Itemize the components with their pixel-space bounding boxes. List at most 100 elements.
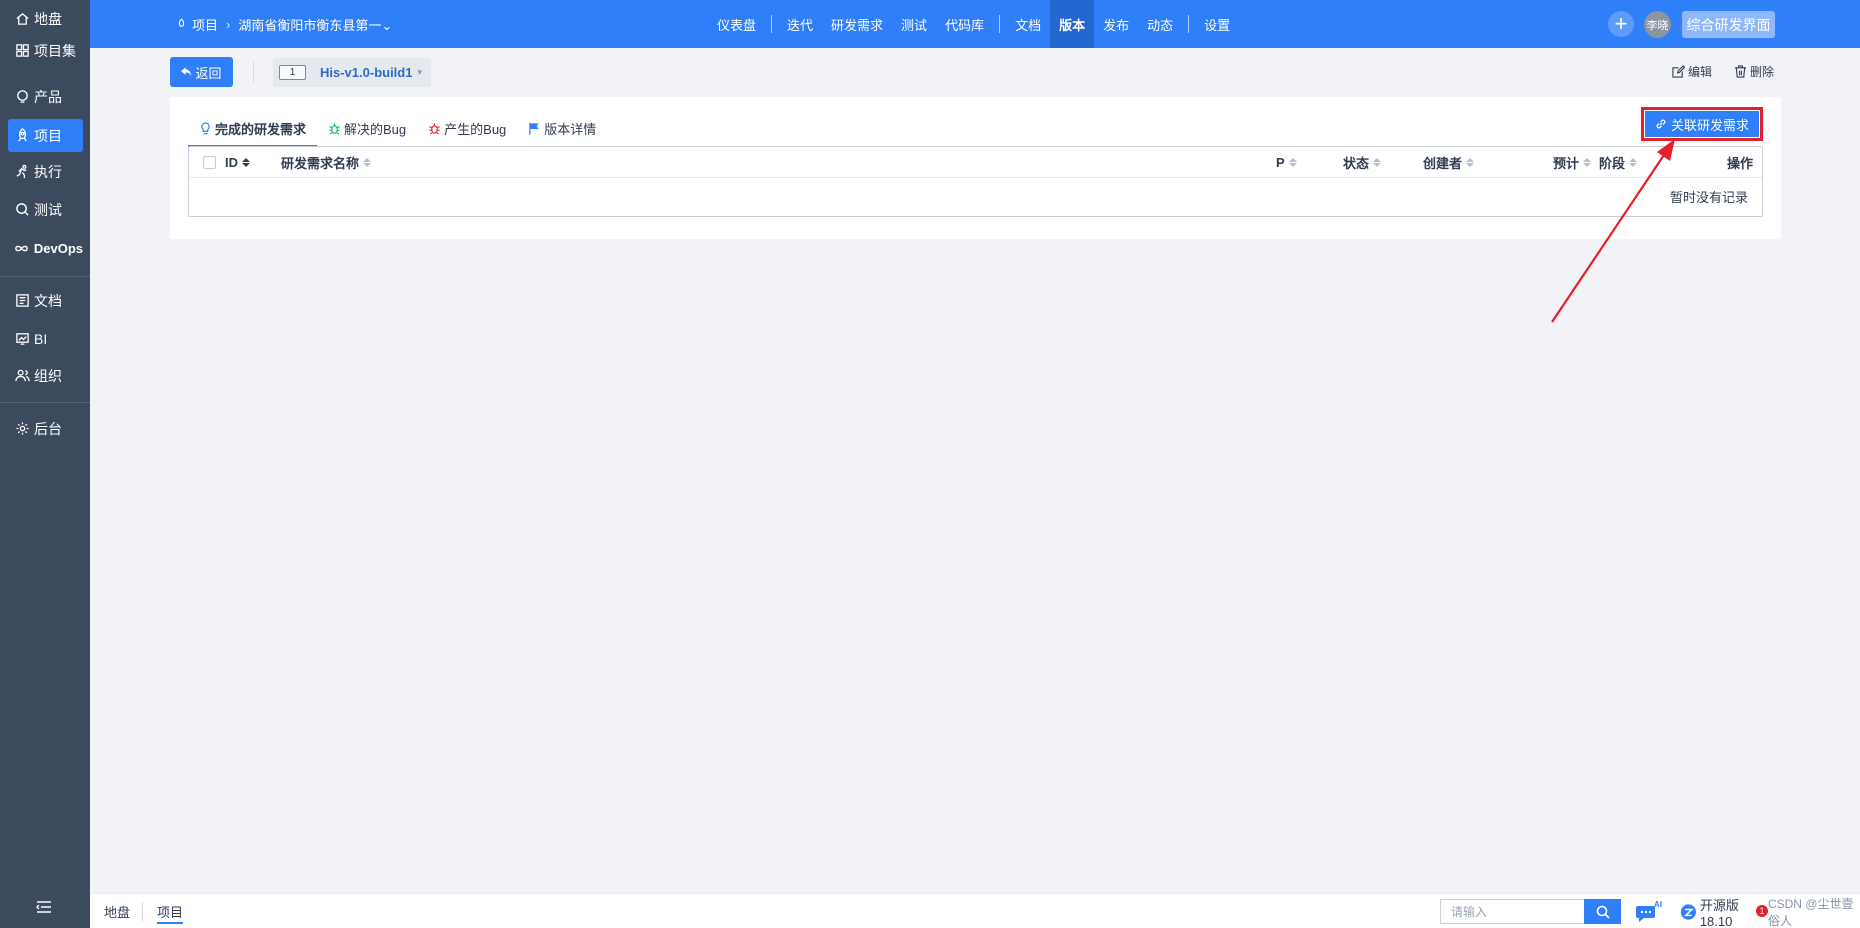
nav-divider bbox=[771, 15, 773, 33]
nav-test[interactable]: 测试 bbox=[892, 0, 936, 48]
nav-repo[interactable]: 代码库 bbox=[936, 0, 993, 48]
col-estimate[interactable]: 预计 bbox=[1553, 147, 1592, 178]
story-table: ID 研发需求名称 P 状态 创建者 预计 阶段 操作 暂时没有记录 bbox=[188, 146, 1763, 217]
sidebar-item-doc[interactable]: 文档 bbox=[8, 284, 83, 317]
sidebar-item-project[interactable]: 项目 bbox=[8, 119, 83, 152]
nav-dynamic[interactable]: 动态 bbox=[1138, 0, 1182, 48]
people-icon bbox=[14, 368, 30, 384]
delete-button[interactable]: 删除 bbox=[1734, 63, 1774, 80]
flag-icon bbox=[529, 122, 539, 135]
col-label: ID bbox=[225, 155, 238, 170]
tab-resolved-bugs[interactable]: 解决的Bug bbox=[317, 111, 417, 146]
rocket-icon bbox=[176, 18, 187, 30]
build-tabs: 完成的研发需求 解决的Bug 产生的Bug 版本详情 bbox=[188, 111, 607, 147]
tab-build-info[interactable]: 版本详情 bbox=[517, 111, 607, 146]
bottom-crumb-label: 项目 bbox=[157, 905, 184, 924]
avatar[interactable]: 李晓 bbox=[1644, 11, 1671, 38]
sidebar-item-label: 地盘 bbox=[34, 10, 62, 27]
chevron-right-icon: › bbox=[226, 16, 231, 32]
nav-story[interactable]: 研发需求 bbox=[822, 0, 892, 48]
sidebar-divider bbox=[0, 402, 90, 403]
zentao-logo-icon bbox=[1680, 903, 1696, 920]
sidebar-item-dashboard[interactable]: 地盘 bbox=[8, 2, 83, 35]
sidebar-item-label: 项目集 bbox=[34, 42, 76, 59]
trash-icon bbox=[1734, 65, 1747, 78]
tab-stories[interactable]: 完成的研发需求 bbox=[188, 111, 318, 147]
nav-build[interactable]: 版本 bbox=[1050, 0, 1095, 48]
bottom-crumb-home[interactable]: 地盘 bbox=[104, 902, 130, 921]
sidebar-item-admin[interactable]: 后台 bbox=[8, 412, 83, 445]
tab-generated-bugs[interactable]: 产生的Bug bbox=[417, 111, 517, 146]
overview-button[interactable]: 综合研发界面 bbox=[1682, 11, 1775, 38]
home-icon bbox=[14, 11, 30, 27]
col-label: 状态 bbox=[1343, 156, 1370, 171]
sidebar-item-label: 测试 bbox=[34, 201, 62, 218]
edit-icon bbox=[1672, 65, 1685, 78]
nav-divider bbox=[1188, 15, 1190, 33]
search-icon bbox=[1596, 905, 1610, 919]
build-switcher[interactable]: 1 His-v1.0-build1 ▾ bbox=[273, 58, 431, 87]
caret-down-icon: ▾ bbox=[417, 67, 422, 77]
col-status[interactable]: 状态 bbox=[1343, 147, 1382, 178]
sidebar-item-qa[interactable]: 测试 bbox=[8, 193, 83, 226]
select-all-checkbox[interactable] bbox=[203, 156, 216, 169]
col-label: 研发需求名称 bbox=[281, 156, 360, 171]
tab-label: 解决的Bug bbox=[344, 122, 407, 137]
back-button[interactable]: 返回 bbox=[170, 57, 233, 87]
link-story-button[interactable]: 关联研发需求 bbox=[1641, 107, 1763, 141]
menu-collapse-icon[interactable] bbox=[36, 900, 52, 914]
build-detail-panel: 完成的研发需求 解决的Bug 产生的Bug 版本详情 关联研发需求 ID 研发需… bbox=[170, 97, 1781, 239]
create-plus-button[interactable]: + bbox=[1608, 11, 1634, 37]
search-input[interactable]: 请输入 bbox=[1440, 899, 1584, 924]
sidebar-item-label: DevOps bbox=[33, 241, 83, 256]
doc-icon bbox=[14, 293, 30, 309]
delete-label: 删除 bbox=[1750, 65, 1775, 79]
infinity-icon bbox=[14, 241, 30, 257]
sidebar-item-label: 执行 bbox=[34, 163, 62, 180]
col-label: P bbox=[1276, 155, 1285, 170]
tab-label: 版本详情 bbox=[544, 122, 597, 137]
nav-settings[interactable]: 设置 bbox=[1195, 0, 1239, 48]
sidebar-divider bbox=[0, 276, 90, 277]
sort-icon bbox=[363, 158, 372, 167]
breadcrumb-root[interactable]: 项目 bbox=[192, 15, 218, 34]
table-header: ID 研发需求名称 P 状态 创建者 预计 阶段 操作 bbox=[189, 147, 1762, 178]
nav-doc[interactable]: 文档 bbox=[1006, 0, 1050, 48]
sidebar-item-devops[interactable]: DevOps bbox=[8, 232, 83, 265]
col-id[interactable]: ID bbox=[225, 147, 250, 178]
nav-iteration[interactable]: 迭代 bbox=[778, 0, 822, 48]
brand-version-label: 开源版18.10 bbox=[1699, 897, 1739, 928]
bulb-icon bbox=[201, 122, 210, 135]
breadcrumb-project-switcher[interactable]: 湖南省衡阳市衡东县第一⌄ bbox=[238, 15, 392, 34]
nav-release[interactable]: 发布 bbox=[1094, 0, 1138, 48]
sort-icon bbox=[1629, 158, 1638, 167]
edit-button[interactable]: 编辑 bbox=[1672, 63, 1712, 80]
col-stage[interactable]: 阶段 bbox=[1599, 147, 1638, 178]
sidebar-item-org[interactable]: 组织 bbox=[8, 359, 83, 392]
search-button[interactable] bbox=[1584, 899, 1621, 924]
col-name[interactable]: 研发需求名称 bbox=[281, 147, 372, 178]
ai-label: AI bbox=[1654, 900, 1662, 909]
bug-icon bbox=[429, 123, 440, 135]
sidebar-item-program[interactable]: 项目集 bbox=[8, 34, 83, 67]
nav-dashboard[interactable]: 仪表盘 bbox=[708, 0, 765, 48]
bottom-crumb-current[interactable]: 项目 bbox=[142, 902, 184, 924]
sidebar-item-execution[interactable]: 执行 bbox=[8, 155, 83, 188]
ai-chat-icon[interactable]: AI bbox=[1635, 900, 1663, 924]
col-priority[interactable]: P bbox=[1276, 147, 1297, 178]
sidebar-item-label: 产品 bbox=[34, 88, 62, 105]
top-navbar: 项目 › 湖南省衡阳市衡东县第一⌄ 仪表盘 迭代 研发需求 测试 代码库 文档 … bbox=[90, 0, 1860, 48]
tab-label: 产生的Bug bbox=[444, 122, 507, 137]
sort-icon bbox=[1373, 158, 1382, 167]
sidebar-item-label: 后台 bbox=[34, 420, 62, 437]
bottom-breadcrumb: 地盘 项目 bbox=[104, 894, 184, 928]
notification-badge[interactable]: 1 bbox=[1756, 905, 1768, 917]
col-creator[interactable]: 创建者 bbox=[1423, 147, 1475, 178]
sidebar-item-product[interactable]: 产品 bbox=[8, 80, 83, 113]
back-button-label: 返回 bbox=[195, 65, 222, 81]
bottom-bar: 地盘 项目 请输入 AI 开源版18.10 CSDN @尘世壹俗人 bbox=[90, 893, 1860, 928]
build-id-badge: 1 bbox=[279, 65, 306, 80]
sort-icon bbox=[1466, 158, 1475, 167]
brand-version[interactable]: 开源版18.10 CSDN @尘世壹俗人 bbox=[1680, 894, 1860, 928]
sidebar-item-bi[interactable]: BI bbox=[8, 322, 83, 355]
